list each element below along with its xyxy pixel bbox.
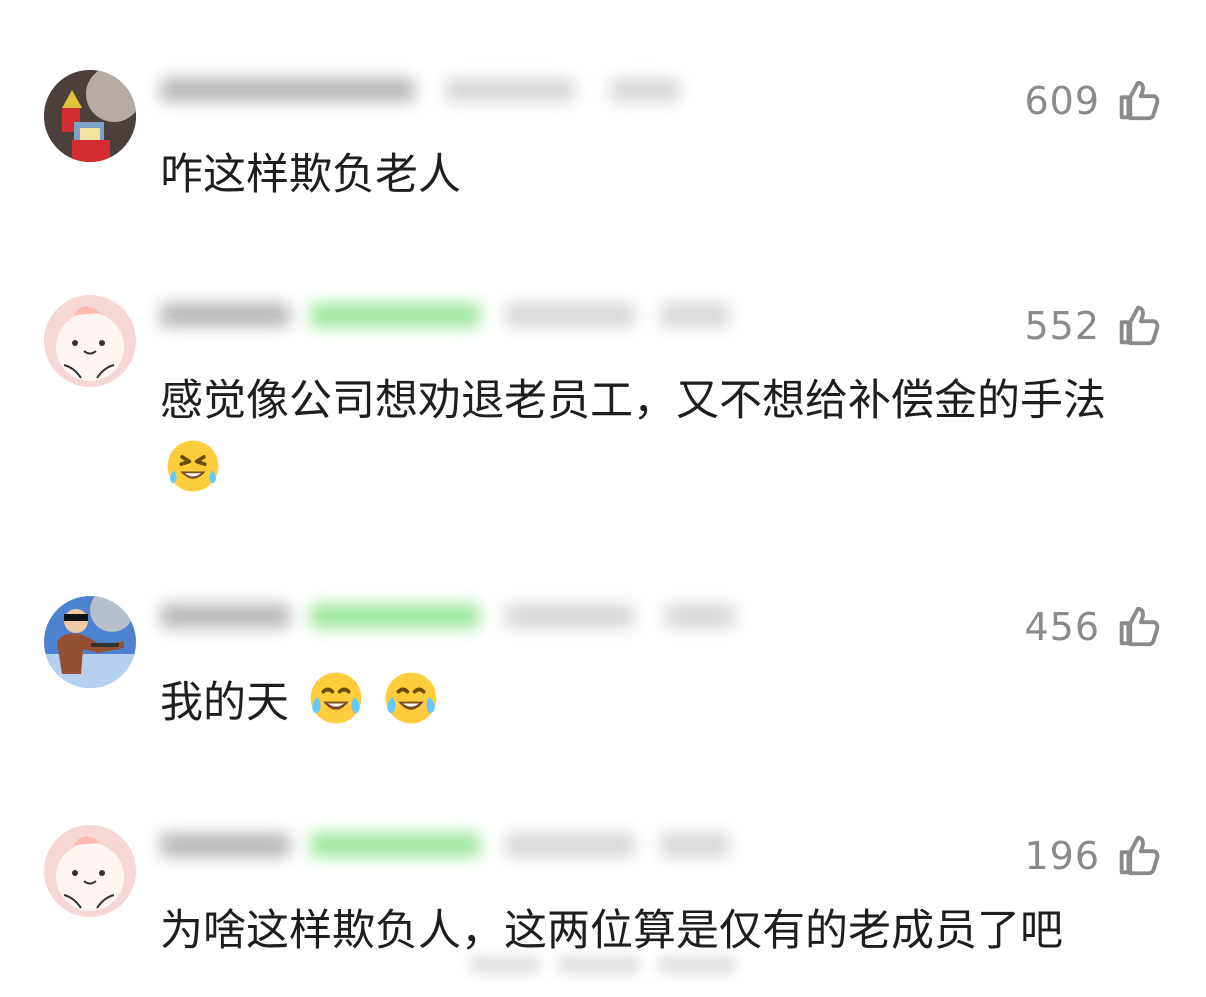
avatar[interactable] — [44, 70, 136, 162]
blurred-user-meta — [160, 70, 720, 110]
rolling-on-floor-laughing-emoji — [167, 440, 219, 492]
like-button[interactable]: 552 — [1024, 303, 1160, 349]
comment-text: 咋这样欺负老人 — [160, 140, 1170, 210]
blurred-watermark — [470, 948, 740, 982]
thumbs-up-outline-icon — [1119, 835, 1160, 876]
comment-text-content: 咋这样欺负老人 — [160, 150, 461, 200]
avatar[interactable] — [44, 825, 136, 917]
comment-text: 感觉像公司想劝退老员工，又不想给补偿金的手法 — [160, 366, 1170, 506]
like-button[interactable]: 196 — [1024, 833, 1160, 879]
like-count: 552 — [1024, 304, 1100, 348]
like-count: 196 — [1024, 834, 1100, 878]
comment-text-content: 感觉像公司想劝退老员工，又不想给补偿金的手法 — [160, 376, 1106, 426]
tears-of-joy-emoji — [385, 672, 437, 724]
comment-text-content: 我的天 — [160, 678, 289, 728]
blurred-user-meta — [160, 596, 750, 636]
avatar[interactable] — [44, 295, 136, 387]
avatar[interactable] — [44, 596, 136, 688]
like-button[interactable]: 609 — [1024, 78, 1160, 124]
blurred-user-meta — [160, 825, 770, 865]
thumbs-up-outline-icon — [1119, 80, 1160, 121]
like-count: 456 — [1024, 605, 1100, 649]
comment-text: 我的天 — [160, 668, 1170, 738]
blurred-user-meta — [160, 295, 770, 335]
like-count: 609 — [1024, 79, 1100, 123]
thumbs-up-outline-icon — [1119, 305, 1160, 346]
thumbs-up-outline-icon — [1119, 606, 1160, 647]
like-button[interactable]: 456 — [1024, 604, 1160, 650]
tears-of-joy-emoji — [310, 672, 362, 724]
